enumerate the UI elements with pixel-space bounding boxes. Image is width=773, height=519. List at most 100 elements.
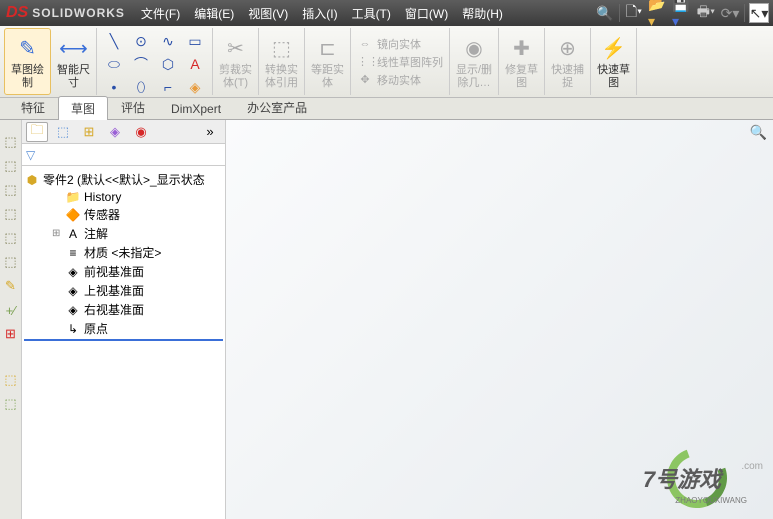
tree-tab-dim-icon[interactable]: ◈ [104, 122, 126, 142]
tab-dimxpert[interactable]: DimXpert [158, 98, 234, 119]
fillet-icon[interactable]: ⌐ [155, 76, 181, 98]
menu-tools[interactable]: 工具(T) [346, 3, 397, 24]
tree-item[interactable]: ≡材质 <未指定> [24, 243, 223, 262]
tree-filter-bar[interactable]: ▽ [22, 144, 225, 166]
move-button[interactable]: ✥移动实体 [357, 72, 443, 88]
expand-plus-icon[interactable]: ⊞ [52, 228, 62, 239]
vtb-1-icon[interactable]: ⬚ [3, 134, 19, 150]
tree-root[interactable]: ⬢ 零件2 (默认<<默认>_显示状态 [24, 170, 223, 189]
tree-item-label: History [84, 190, 121, 204]
arc-icon[interactable]: ⌒ [128, 53, 154, 75]
vtb-8-icon[interactable]: +⁄ [3, 302, 19, 318]
menu-edit[interactable]: 编辑(E) [188, 3, 240, 24]
tree-tab-feature-icon[interactable]: 🗀 [26, 122, 48, 142]
trim-button[interactable]: ✂ 剪裁实 体(T) [213, 28, 259, 95]
tree-item[interactable]: 🔶传感器 [24, 205, 223, 224]
watermark-text: 7号游戏 [643, 462, 721, 494]
vtb-10-icon[interactable]: ⬚ [3, 372, 19, 388]
vtb-2-icon[interactable]: ⬚ [3, 158, 19, 174]
tree-item[interactable]: 📁History [24, 189, 223, 205]
quick-snap-button[interactable]: ⊕ 快速捕 捉 [545, 28, 591, 95]
smartdim-label: 智能尺 寸 [57, 64, 90, 88]
rapidsketch-label: 快速草 图 [597, 64, 630, 88]
vtb-5-icon[interactable]: ⬚ [3, 230, 19, 246]
vtb-3-icon[interactable]: ⬚ [3, 182, 19, 198]
slot-icon[interactable]: ⬭ [101, 53, 127, 75]
showdel-label: 显示/删 除几… [456, 64, 492, 88]
zoom-fit-icon[interactable]: 🔍 [750, 124, 767, 141]
tree-tab-render-icon[interactable]: ◉ [130, 122, 152, 142]
expand-icon[interactable]: » [199, 122, 221, 142]
menu-file[interactable]: 文件(F) [135, 3, 186, 24]
vtb-7-icon[interactable]: ✎ [3, 278, 19, 294]
tree-item-icon: ◈ [65, 284, 81, 298]
watermark-sub: ZHAOYOUXIWANG [675, 496, 747, 505]
menu-window[interactable]: 窗口(W) [399, 3, 454, 24]
tree-tab-config-icon[interactable]: ⊞ [78, 122, 100, 142]
main-area: ⬚ ⬚ ⬚ ⬚ ⬚ ⬚ ✎ +⁄ ⊞ ⬚ ⬚ 🗀 ⬚ ⊞ ◈ ◉ » ▽ ⬢ 零… [0, 120, 773, 519]
menu-help[interactable]: 帮助(H) [456, 3, 509, 24]
quicksnap-icon: ⊕ [552, 34, 584, 62]
tab-office[interactable]: 办公室产品 [234, 95, 320, 119]
tree-item-icon: ◈ [65, 265, 81, 279]
vtb-9-icon[interactable]: ⊞ [3, 326, 19, 342]
tree-item-label: 原点 [84, 320, 108, 337]
search-icon[interactable]: 🔍 [595, 3, 615, 23]
text-icon[interactable]: A [182, 53, 208, 75]
watermark: 7号游戏 .com ZHAOYOUXIWANG [597, 443, 767, 513]
line-icon[interactable]: ╲ [101, 30, 127, 52]
rapid-sketch-button[interactable]: ⚡ 快速草 图 [591, 28, 637, 95]
vtb-11-icon[interactable]: ⬚ [3, 396, 19, 412]
tree-item-icon: 🔶 [65, 208, 81, 222]
rapidsketch-icon: ⚡ [598, 34, 630, 62]
tree-item-label: 右视基准面 [84, 301, 144, 318]
feature-tree-panel: 🗀 ⬚ ⊞ ◈ ◉ » ▽ ⬢ 零件2 (默认<<默认>_显示状态 📁Histo… [22, 120, 226, 519]
linear-pattern-button[interactable]: ⋮⋮线性草图阵列 [357, 54, 443, 70]
logo-icon: DS [6, 4, 28, 22]
new-icon[interactable]: 🗋▾ [624, 3, 644, 23]
sketch-button[interactable]: ✎ 草图绘 制 [4, 28, 51, 95]
tree-item-icon: ≡ [65, 246, 81, 260]
quicksnap-label: 快速捕 捉 [551, 64, 584, 88]
rectangle-icon[interactable]: ▭ [182, 30, 208, 52]
mirror-button[interactable]: ⇔镜向实体 [357, 36, 443, 52]
menu-view[interactable]: 视图(V) [242, 3, 294, 24]
offset-button[interactable]: ⊏ 等距实 体 [305, 28, 351, 95]
tab-sketch[interactable]: 草图 [58, 96, 108, 120]
open-icon[interactable]: 📂▾ [648, 3, 668, 23]
tree-item[interactable]: ◈前视基准面 [24, 262, 223, 281]
select-icon[interactable]: ↖▾ [749, 3, 769, 23]
rebuild-icon[interactable]: ⟳▾ [720, 3, 740, 23]
tab-evaluate[interactable]: 评估 [108, 95, 158, 119]
separator [619, 4, 620, 22]
tree-tab-property-icon[interactable]: ⬚ [52, 122, 74, 142]
convert-button[interactable]: ⬚ 转换实 体引用 [259, 28, 305, 95]
repair-label: 修复草 图 [505, 64, 538, 88]
tree-item[interactable]: ⊞A注解 [24, 224, 223, 243]
watermark-url: .com [741, 461, 763, 472]
feature-tree: ⬢ 零件2 (默认<<默认>_显示状态 📁History🔶传感器⊞A注解≡材质 … [22, 166, 225, 519]
spline-icon[interactable]: ∿ [155, 30, 181, 52]
polygon-icon[interactable]: ⬡ [155, 53, 181, 75]
plane-icon[interactable]: ◈ [182, 76, 208, 98]
graphics-viewport[interactable]: 🔍 7号游戏 .com ZHAOYOUXIWANG [226, 120, 773, 519]
tree-item[interactable]: ◈上视基准面 [24, 281, 223, 300]
smart-dimension-button[interactable]: ⟷ 智能尺 寸 [51, 28, 97, 95]
tree-item[interactable]: ◈右视基准面 [24, 300, 223, 319]
circle-icon[interactable]: ⊙ [128, 30, 154, 52]
vtb-4-icon[interactable]: ⬚ [3, 206, 19, 222]
tab-features[interactable]: 特征 [8, 95, 58, 119]
show-delete-button[interactable]: ◉ 显示/删 除几… [450, 28, 499, 95]
tree-item-icon: 📁 [65, 190, 81, 204]
dimension-icon: ⟷ [58, 34, 90, 62]
linpattern-label: 线性草图阵列 [377, 54, 443, 70]
tree-item-label: 材质 <未指定> [84, 244, 161, 261]
quick-access-toolbar: 🔍 🗋▾ 📂▾ 💾▾ 🖶▾ ⟳▾ ↖▾ [595, 3, 773, 23]
tree-item[interactable]: ↳原点 [24, 319, 223, 341]
tree-item-icon: ◈ [65, 303, 81, 317]
save-icon[interactable]: 💾▾ [672, 3, 692, 23]
print-icon[interactable]: 🖶▾ [696, 3, 716, 23]
vtb-6-icon[interactable]: ⬚ [3, 254, 19, 270]
menu-insert[interactable]: 插入(I) [296, 3, 343, 24]
repair-button[interactable]: ✚ 修复草 图 [499, 28, 545, 95]
